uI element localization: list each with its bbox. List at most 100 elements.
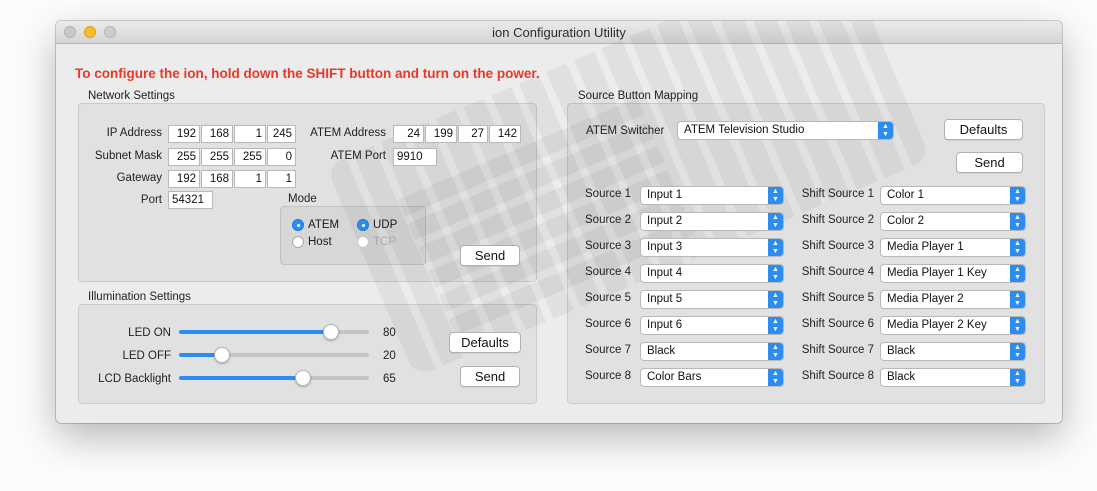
power-on-instruction: To configure the ion, hold down the SHIF… xyxy=(75,66,540,81)
source-4-label: Source 4 xyxy=(585,266,632,278)
mapping-send-button[interactable]: Send xyxy=(956,152,1023,173)
mapping-defaults-button[interactable]: Defaults xyxy=(944,119,1023,140)
atem-octet-1-field[interactable]: 24 xyxy=(393,125,424,143)
shift-source-1-value: Color 1 xyxy=(887,189,925,201)
source-1-select[interactable]: Input 1 ▲ ▼ xyxy=(640,186,784,205)
source-1-value: Input 1 xyxy=(647,189,683,201)
app-window: ion Configuration Utility To configure t… xyxy=(56,21,1062,423)
network-send-button[interactable]: Send xyxy=(460,245,520,266)
select-arrows-icon: ▲ ▼ xyxy=(768,187,783,204)
led-on-value: 80 xyxy=(383,327,396,339)
illumination-send-button[interactable]: Send xyxy=(460,366,520,387)
shift-source-3-select[interactable]: Media Player 1 ▲ ▼ xyxy=(880,238,1026,257)
shift-source-8-label: Shift Source 8 xyxy=(801,370,874,382)
protocol-udp-text: UDP xyxy=(373,219,398,231)
source-7-label: Source 7 xyxy=(585,344,632,356)
source-3-value: Input 3 xyxy=(647,241,683,253)
shift-source-2-label: Shift Source 2 xyxy=(801,214,874,226)
radio-dot-icon xyxy=(357,236,369,248)
atem-switcher-label: ATEM Switcher xyxy=(586,125,665,137)
shift-source-1-select[interactable]: Color 1 ▲ ▼ xyxy=(880,186,1026,205)
source-8-select[interactable]: Color Bars ▲ ▼ xyxy=(640,368,784,387)
mask-octet-4-field[interactable]: 0 xyxy=(267,148,296,166)
source-6-select[interactable]: Input 6 ▲ ▼ xyxy=(640,316,784,335)
slider-knob[interactable] xyxy=(295,370,311,386)
source-7-value: Black xyxy=(647,345,676,357)
mask-octet-1-field[interactable]: 255 xyxy=(168,148,200,166)
source-5-value: Input 5 xyxy=(647,293,683,305)
source-2-select[interactable]: Input 2 ▲ ▼ xyxy=(640,212,784,231)
shift-source-6-label: Shift Source 6 xyxy=(801,318,874,330)
shift-source-7-label: Shift Source 7 xyxy=(801,344,874,356)
slider-knob[interactable] xyxy=(323,324,339,340)
port-field[interactable]: 54321 xyxy=(168,191,213,209)
gateway-octet-4-field[interactable]: 1 xyxy=(267,170,296,188)
radio-dot-icon xyxy=(292,219,304,231)
source-7-select[interactable]: Black ▲ ▼ xyxy=(640,342,784,361)
led-on-slider[interactable] xyxy=(179,323,369,341)
atem-address-label: ATEM Address xyxy=(310,127,386,139)
ip-octet-4-field[interactable]: 245 xyxy=(267,125,296,143)
source-4-value: Input 4 xyxy=(647,267,683,279)
slider-fill xyxy=(179,330,330,334)
slider-knob[interactable] xyxy=(214,347,230,363)
select-arrows-icon: ▲ ▼ xyxy=(1010,317,1025,334)
shift-source-2-select[interactable]: Color 2 ▲ ▼ xyxy=(880,212,1026,231)
lcd-backlight-value: 65 xyxy=(383,373,396,385)
shift-source-2-value: Color 2 xyxy=(887,215,925,227)
atem-switcher-value: ATEM Television Studio xyxy=(684,124,805,136)
select-arrows-icon: ▲ ▼ xyxy=(1010,369,1025,386)
gateway-octet-3-field[interactable]: 1 xyxy=(234,170,266,188)
gateway-octet-1-field[interactable]: 192 xyxy=(168,170,200,188)
protocol-udp-radio[interactable]: UDP xyxy=(357,218,412,232)
source-3-select[interactable]: Input 3 ▲ ▼ xyxy=(640,238,784,257)
shift-source-7-select[interactable]: Black ▲ ▼ xyxy=(880,342,1026,361)
shift-source-8-value: Black xyxy=(887,371,916,383)
shift-source-3-label: Shift Source 3 xyxy=(801,240,874,252)
source-5-select[interactable]: Input 5 ▲ ▼ xyxy=(640,290,784,309)
mask-octet-2-field[interactable]: 255 xyxy=(201,148,233,166)
radio-dot-icon xyxy=(357,219,369,231)
gateway-octet-2-field[interactable]: 168 xyxy=(201,170,233,188)
ip-octet-3-field[interactable]: 1 xyxy=(234,125,266,143)
source-6-value: Input 6 xyxy=(647,319,683,331)
atem-octet-4-field[interactable]: 142 xyxy=(489,125,521,143)
shift-source-4-select[interactable]: Media Player 1 Key ▲ ▼ xyxy=(880,264,1026,283)
source-4-select[interactable]: Input 4 ▲ ▼ xyxy=(640,264,784,283)
select-arrows-icon: ▲ ▼ xyxy=(768,369,783,386)
window-title: ion Configuration Utility xyxy=(492,25,626,40)
source-2-value: Input 2 xyxy=(647,215,683,227)
led-off-slider[interactable] xyxy=(179,346,369,364)
shift-source-5-label: Shift Source 5 xyxy=(801,292,874,304)
source-1-label: Source 1 xyxy=(585,188,632,200)
shift-source-5-select[interactable]: Media Player 2 ▲ ▼ xyxy=(880,290,1026,309)
mask-octet-3-field[interactable]: 255 xyxy=(234,148,266,166)
mode-host-radio[interactable]: Host xyxy=(292,235,352,249)
ip-octet-1-field[interactable]: 192 xyxy=(168,125,200,143)
atem-octet-3-field[interactable]: 27 xyxy=(458,125,488,143)
illumination-defaults-button[interactable]: Defaults xyxy=(449,332,521,353)
select-arrows-icon: ▲ ▼ xyxy=(768,343,783,360)
gateway-label: Gateway xyxy=(116,172,162,184)
mode-atem-radio[interactable]: ATEM xyxy=(292,218,352,232)
atem-port-field[interactable]: 9910 xyxy=(393,148,437,166)
select-arrows-icon: ▲ ▼ xyxy=(1010,239,1025,256)
led-off-value: 20 xyxy=(383,350,396,362)
protocol-tcp-radio[interactable]: TCP xyxy=(357,235,412,249)
protocol-tcp-text: TCP xyxy=(373,236,396,248)
atem-switcher-select[interactable]: ATEM Television Studio ▲ ▼ xyxy=(677,121,894,140)
select-arrows-icon: ▲ ▼ xyxy=(1010,343,1025,360)
title-bar[interactable]: ion Configuration Utility xyxy=(56,21,1062,44)
ip-octet-2-field[interactable]: 168 xyxy=(201,125,233,143)
shift-source-8-select[interactable]: Black ▲ ▼ xyxy=(880,368,1026,387)
select-arrows-icon: ▲ ▼ xyxy=(768,291,783,308)
source-8-value: Color Bars xyxy=(647,371,702,383)
radio-dot-icon xyxy=(292,236,304,248)
shift-source-6-select[interactable]: Media Player 2 Key ▲ ▼ xyxy=(880,316,1026,335)
lcd-backlight-slider[interactable] xyxy=(179,369,369,387)
select-arrows-icon: ▲ ▼ xyxy=(1010,265,1025,282)
atem-octet-2-field[interactable]: 199 xyxy=(425,125,457,143)
mode-atem-text: ATEM xyxy=(308,219,340,231)
shift-source-5-value: Media Player 2 xyxy=(887,293,964,305)
source-2-label: Source 2 xyxy=(585,214,632,226)
